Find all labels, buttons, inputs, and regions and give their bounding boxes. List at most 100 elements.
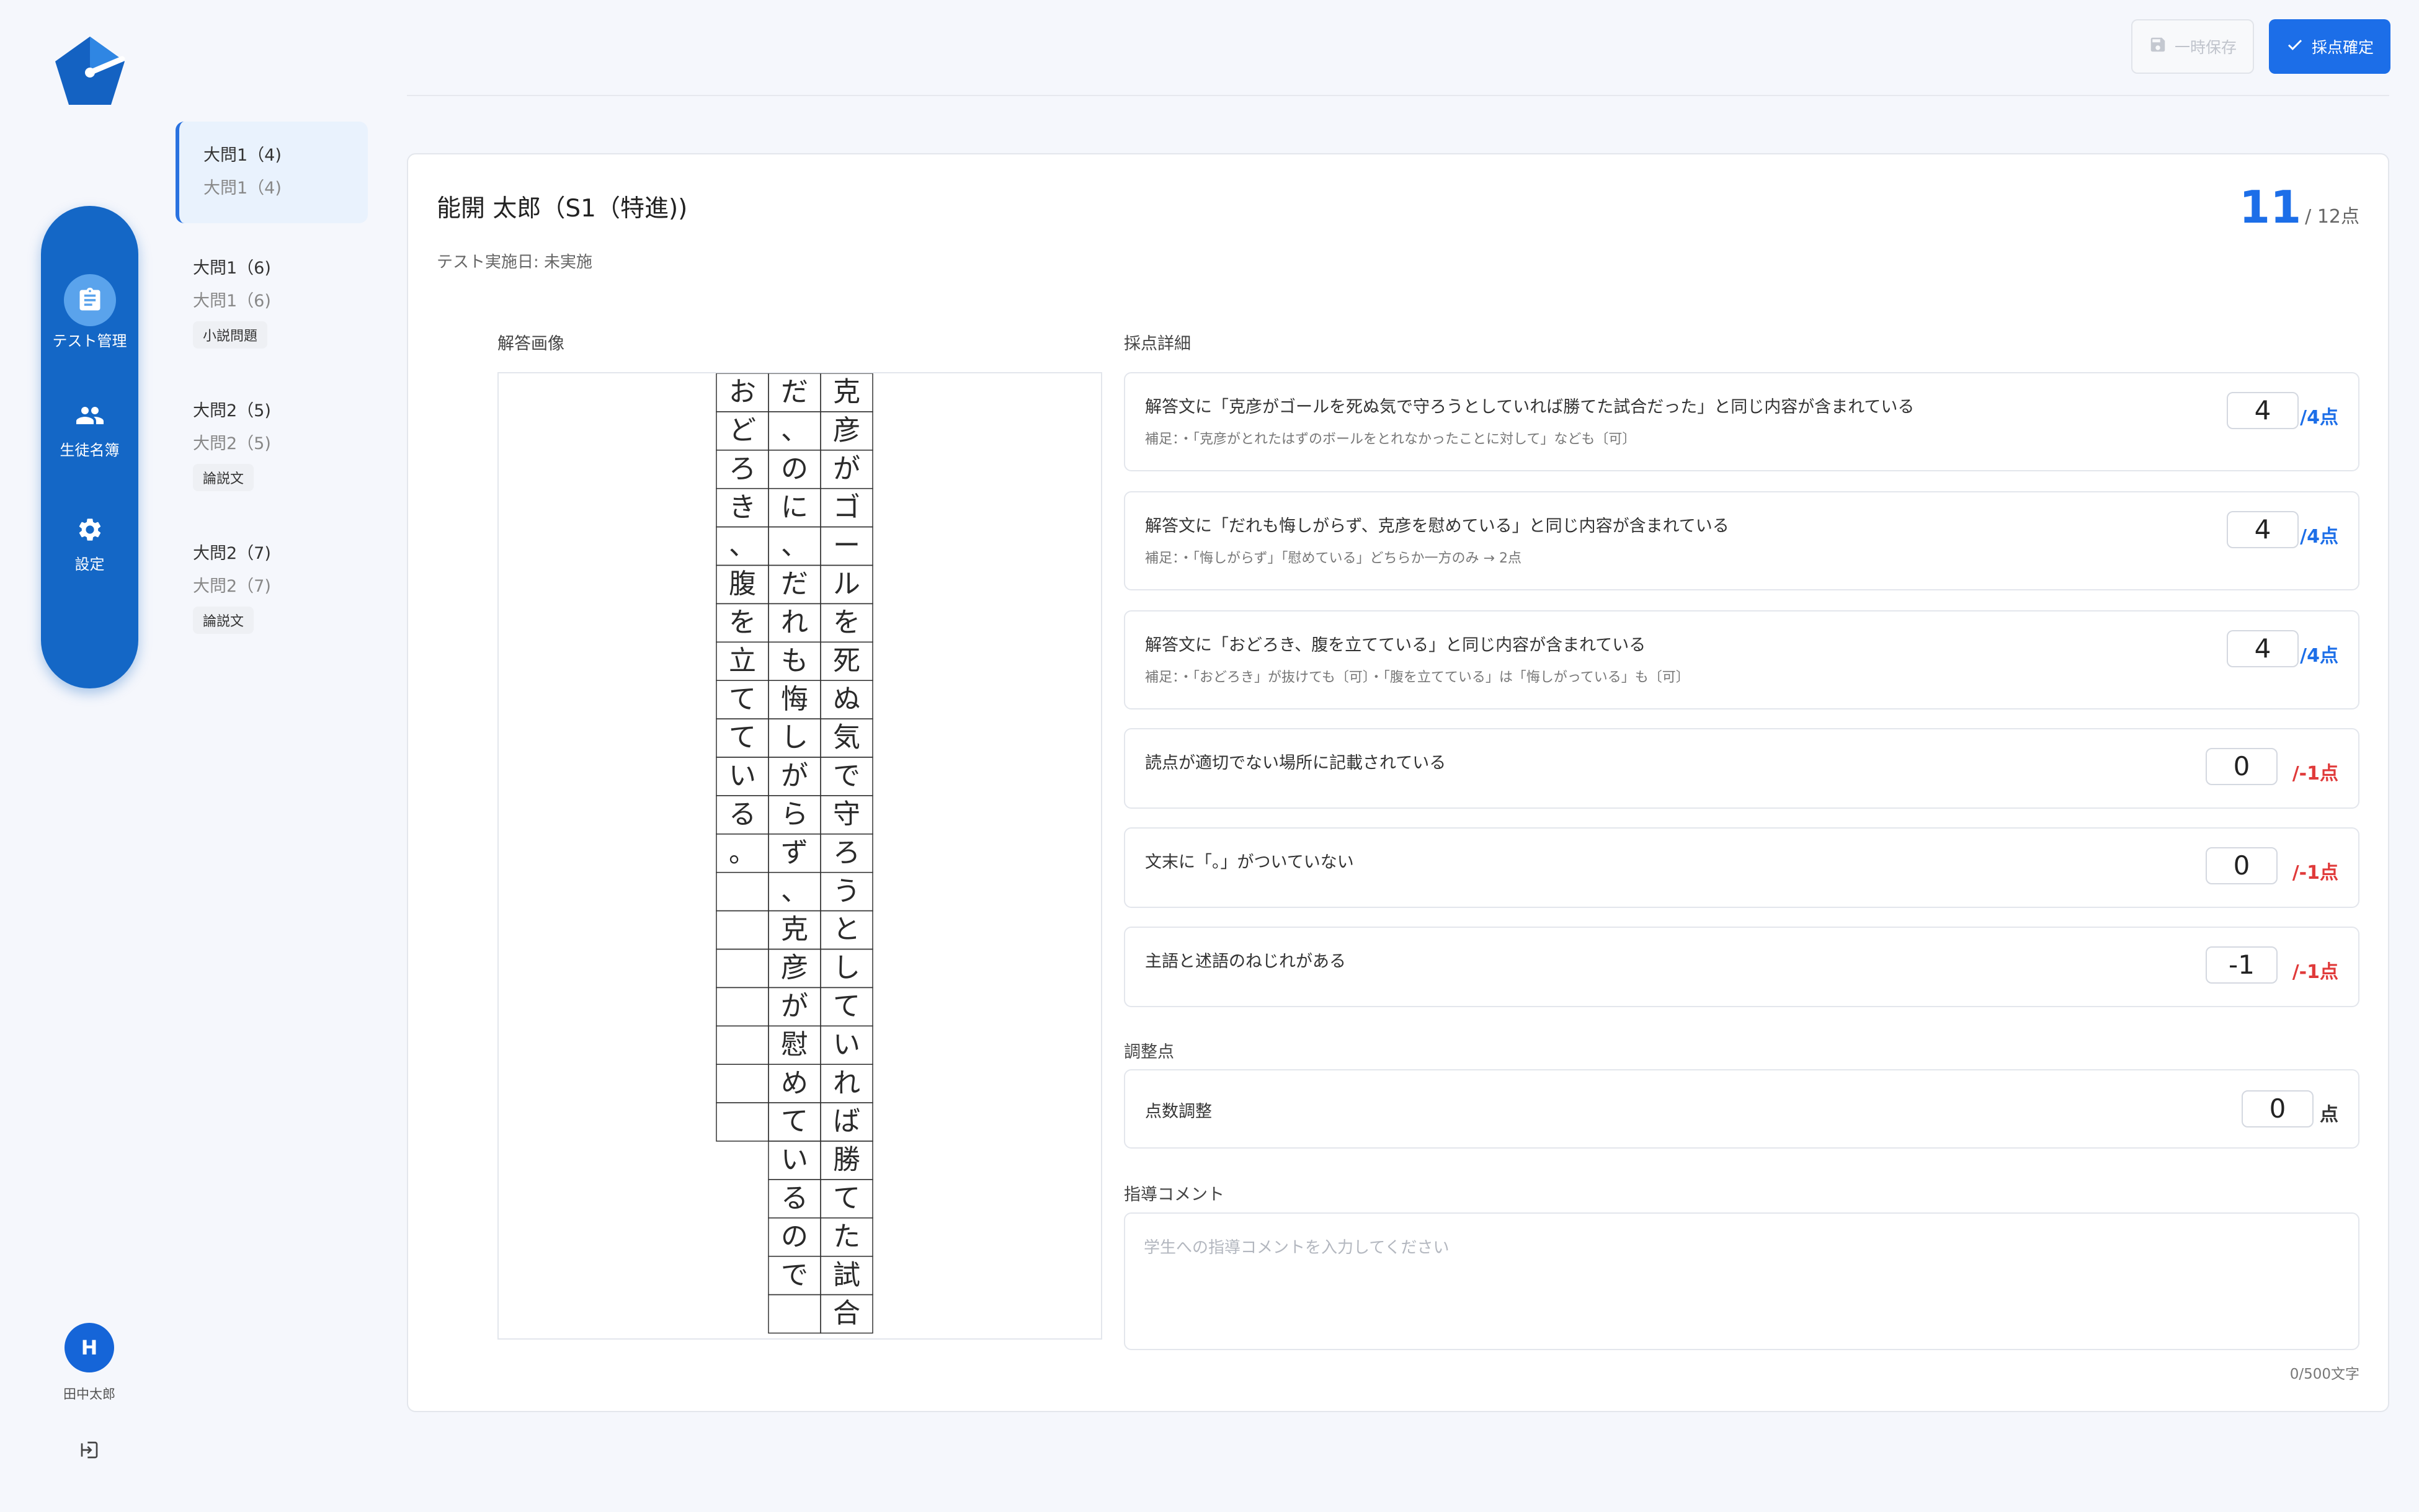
grid-cell — [716, 1102, 769, 1142]
adjust-input[interactable]: 0 — [2242, 1090, 2314, 1127]
grid-cell — [716, 987, 769, 1027]
grid-cell — [716, 1025, 769, 1065]
criterion-row: 解答文に「おどろき、腹を立てている」と同じ内容が含まれている 補足：・「おどろき」… — [1124, 610, 2359, 709]
handwritten-char: が — [833, 453, 860, 484]
handwritten-char: 、 — [729, 530, 756, 561]
confirm-grading-label: 採点確定 — [2311, 38, 2374, 56]
criterion-score-input[interactable]: 4 — [2227, 630, 2299, 667]
avatar[interactable]: H — [65, 1323, 114, 1372]
question-subtitle: 大問2（5) — [193, 434, 271, 453]
handwritten-char: 彦 — [833, 414, 860, 446]
test-date: テスト実施日: 未実施 — [437, 253, 593, 272]
grid-cell — [768, 1294, 821, 1334]
grid-cell — [716, 1064, 769, 1103]
handwritten-char: ろ — [729, 453, 756, 484]
handwritten-char: て — [833, 990, 860, 1022]
handwritten-char: で — [781, 1259, 808, 1291]
answer-image: 克彦がゴールを死ぬ気で守ろうとしていれば勝てた試合だ、のに、だれも悔しがらず、克… — [497, 372, 1102, 1340]
criterion-score-input[interactable]: -1 — [2206, 946, 2278, 984]
grid-cell — [716, 948, 769, 989]
handwritten-char: だ — [781, 568, 808, 600]
handwritten-char: 悔 — [781, 683, 808, 715]
handwritten-char: 克 — [833, 376, 860, 408]
handwritten-char: 立 — [729, 645, 756, 677]
question-title: 大問1（6) — [193, 259, 271, 278]
score-value: 11 — [2239, 181, 2302, 233]
question-subtitle: 大問1（6) — [193, 291, 271, 311]
handwritten-char: 合 — [833, 1297, 860, 1329]
question-subtitle: 大問2（7) — [193, 577, 271, 596]
question-item[interactable]: 大問2（5) 大問2（5) 論説文 — [193, 397, 385, 491]
criterion-max: /4点 — [2300, 526, 2338, 548]
toolbar-divider — [407, 95, 2389, 96]
handwritten-char: て — [729, 722, 756, 754]
criterion-score-input[interactable]: 0 — [2206, 748, 2278, 785]
handwritten-char: を — [729, 607, 756, 638]
comment-label: 指導コメント — [1124, 1185, 1224, 1204]
nav-label: テスト管理 — [52, 332, 127, 350]
handwritten-char: だ — [781, 376, 808, 408]
criterion-text: 解答文に「克彦がゴールを死ぬ気で守ろうとしていれば勝てた試合だった」と同じ内容が… — [1145, 398, 1915, 417]
criterion-note: 補足：・「克彦がとれたはずのボールをとれなかったことに対して」なども〔可〕 — [1145, 432, 1636, 447]
criterion-max: /4点 — [2300, 407, 2338, 429]
handwritten-char: い — [833, 1029, 860, 1061]
criterion-row: 主語と述語のねじれがある -1 /-1点 — [1124, 927, 2359, 1007]
handwritten-char: で — [833, 760, 860, 792]
handwritten-char: て — [833, 1182, 860, 1214]
nav-item-settings[interactable]: 設定 — [41, 504, 138, 574]
handwritten-char: を — [833, 607, 860, 638]
answer-image-label: 解答画像 — [497, 334, 564, 354]
handwritten-char: の — [781, 1221, 808, 1252]
user-name: 田中太郎 — [63, 1387, 115, 1402]
handwritten-char: が — [781, 990, 808, 1022]
handwritten-char: 。 — [729, 837, 756, 868]
handwritten-char: 勝 — [833, 1144, 860, 1176]
adjust-label: 調整点 — [1124, 1043, 1174, 1062]
criterion-score-input[interactable]: 0 — [2206, 847, 2278, 884]
handwritten-char: 、 — [781, 875, 808, 907]
gear-icon — [64, 504, 116, 556]
check-icon — [2286, 35, 2304, 58]
total-score: 11 / 12点 — [2239, 181, 2359, 233]
criterion-text: 主語と述語のねじれがある — [1145, 952, 1346, 971]
save-draft-button[interactable]: 一時保存 — [2131, 19, 2254, 74]
criterion-max: /-1点 — [2292, 961, 2338, 983]
question-item[interactable]: 大問1（4) 大問1（4) — [203, 141, 396, 198]
handwritten-char: 試 — [833, 1259, 860, 1291]
criterion-note: 補足：・「悔しがらず」「慰めている」どちらか一方のみ → 2点 — [1145, 551, 1521, 566]
app-logo — [53, 34, 127, 109]
question-item[interactable]: 大問2（7) 大問2（7) 論説文 — [193, 540, 385, 634]
handwritten-char: き — [729, 491, 756, 523]
handwritten-char: た — [833, 1221, 860, 1252]
handwritten-answer-sheet: 克彦がゴールを死ぬ気で守ろうとしていれば勝てた試合だ、のに、だれも悔しがらず、克… — [716, 373, 873, 1334]
logout-icon[interactable] — [79, 1440, 99, 1460]
criterion-score-input[interactable]: 4 — [2227, 511, 2299, 548]
handwritten-char: ど — [729, 414, 756, 446]
handwritten-char: 慰 — [781, 1029, 808, 1061]
grid-cell — [716, 910, 769, 950]
nav-item-test-management[interactable]: テスト管理 — [41, 274, 138, 350]
criterion-row: 読点が適切でない場所に記載されている 0 /-1点 — [1124, 728, 2359, 809]
clipboard-icon — [63, 274, 116, 326]
handwritten-char: 死 — [833, 645, 860, 677]
comment-textarea[interactable]: 学生への指導コメントを入力してください — [1124, 1212, 2359, 1350]
handwritten-char: ゴ — [833, 491, 860, 523]
criterion-max: /-1点 — [2292, 862, 2338, 884]
criterion-text: 解答文に「おどろき、腹を立てている」と同じ内容が含まれている — [1145, 636, 1646, 655]
handwritten-char: 守 — [833, 798, 860, 830]
save-draft-label: 一時保存 — [2174, 38, 2237, 56]
criterion-row: 文末に「。」がついていない 0 /-1点 — [1124, 827, 2359, 908]
handwritten-char: と — [833, 914, 860, 945]
confirm-grading-button[interactable]: 採点確定 — [2269, 19, 2390, 74]
question-tag: 論説文 — [193, 607, 254, 634]
adjust-row: 点数調整 0 点 — [1124, 1069, 2359, 1149]
question-item[interactable]: 大問1（6) 大問1（6) 小説問題 — [193, 254, 385, 349]
comment-placeholder: 学生への指導コメントを入力してください — [1144, 1239, 1450, 1257]
handwritten-char: て — [781, 1106, 808, 1137]
handwritten-char: の — [781, 453, 808, 484]
nav-label: 生徒名簿 — [60, 442, 120, 459]
criterion-score-input[interactable]: 4 — [2227, 392, 2299, 429]
adjust-item-label: 点数調整 — [1145, 1102, 1212, 1121]
score-max: / 12点 — [2305, 206, 2359, 228]
nav-item-students[interactable]: 生徒名簿 — [41, 389, 138, 460]
